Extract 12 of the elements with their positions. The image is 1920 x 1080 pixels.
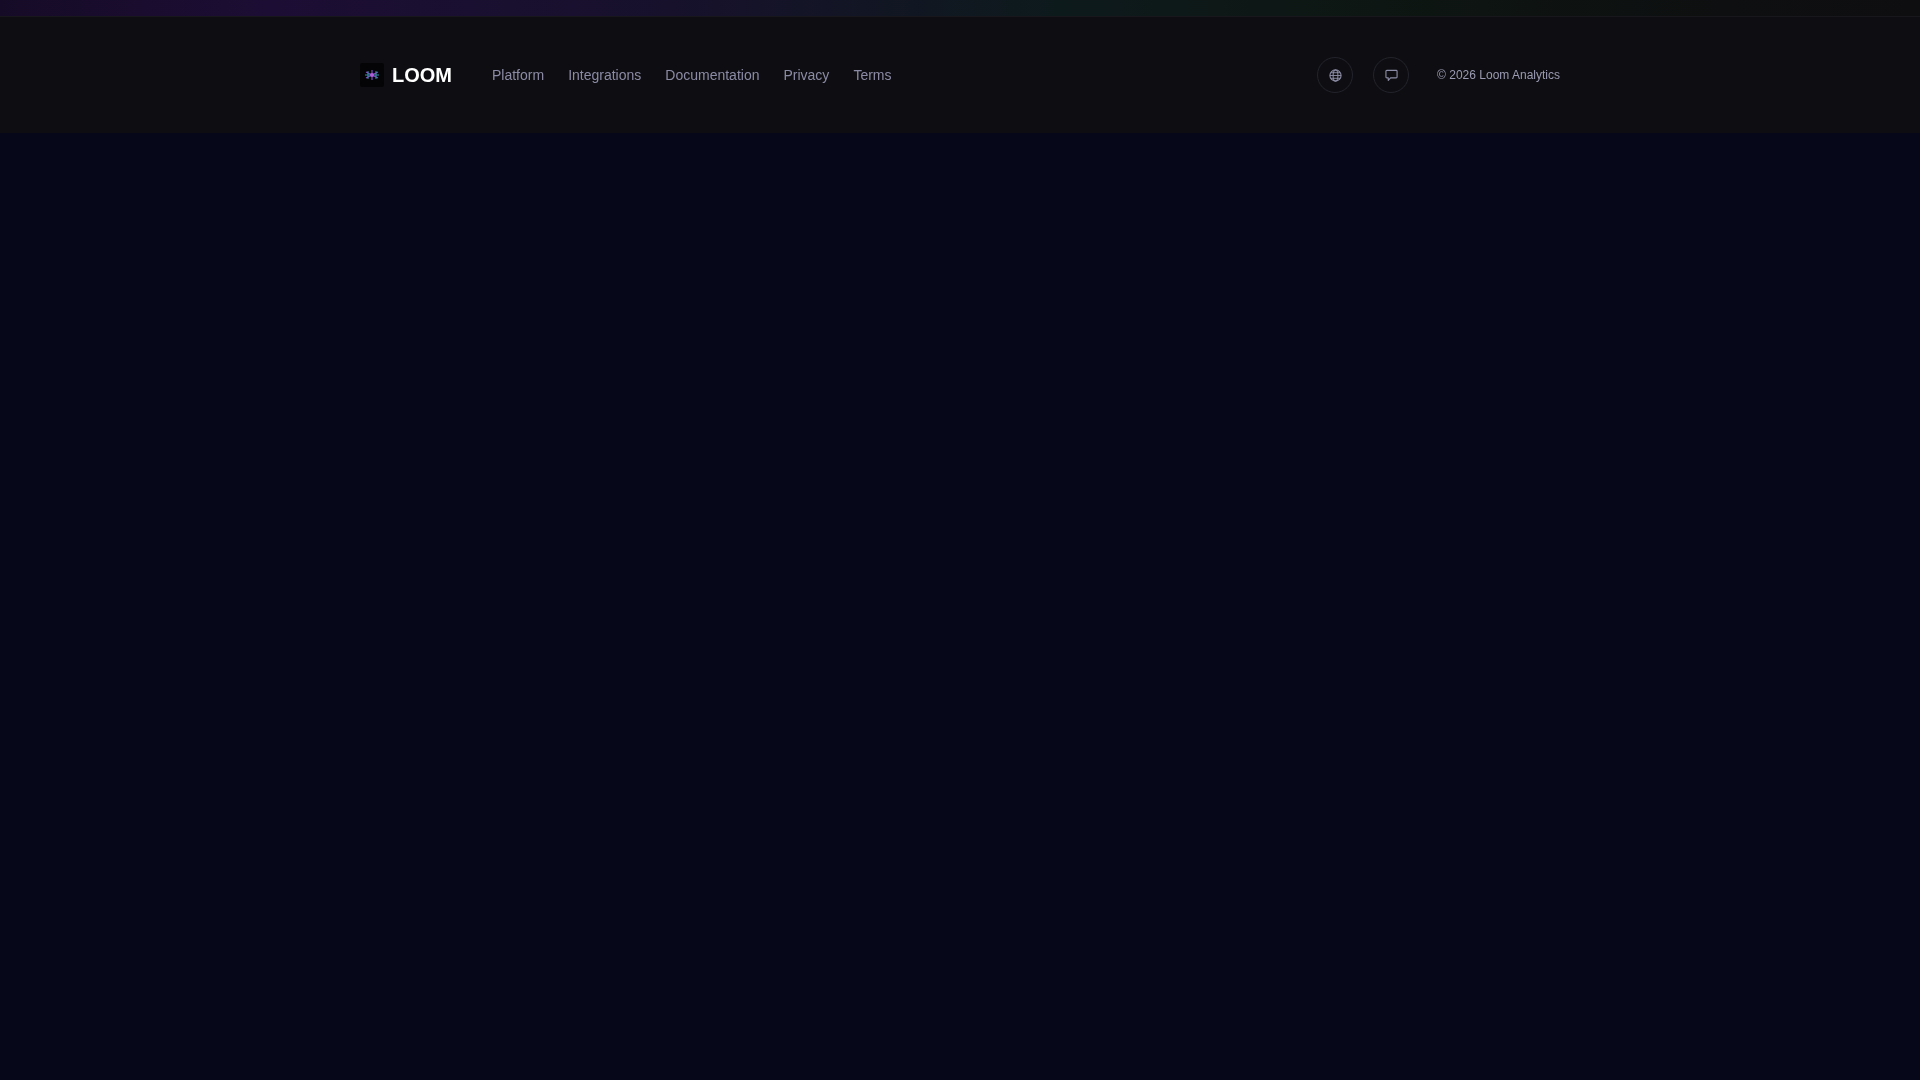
chat-button[interactable] bbox=[1373, 57, 1410, 93]
footer-link[interactable]: Documentation bbox=[665, 67, 760, 83]
logo-icon bbox=[360, 63, 384, 87]
copyright-text: © 2026 Loom Analytics bbox=[1437, 68, 1560, 82]
language-button[interactable] bbox=[1317, 57, 1354, 93]
footer-link[interactable]: Platform bbox=[492, 67, 545, 83]
footer-link[interactable]: Terms bbox=[853, 67, 892, 83]
globe-icon bbox=[1328, 68, 1342, 82]
speech-bubble-icon bbox=[1384, 68, 1398, 82]
footer-link[interactable]: Integrations bbox=[568, 67, 642, 83]
footer-link[interactable]: Privacy bbox=[783, 67, 830, 83]
brand-name: LOOM bbox=[392, 63, 452, 87]
